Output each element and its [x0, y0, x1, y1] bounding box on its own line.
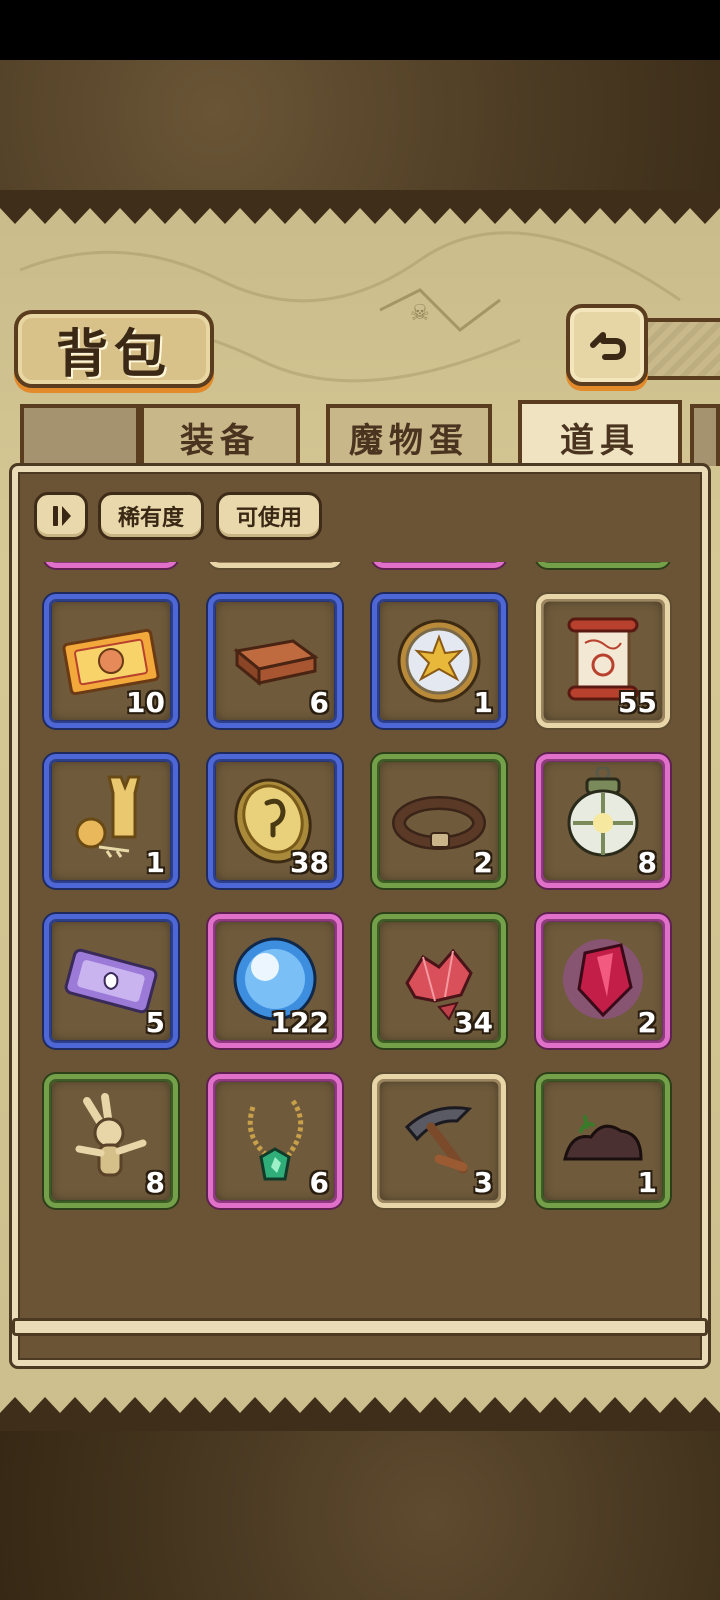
item-count: 6	[309, 686, 329, 719]
item-slot[interactable]: 34	[372, 914, 506, 1048]
item-slot[interactable]: 38	[208, 754, 342, 888]
item-slot[interactable]: 122	[208, 914, 342, 1048]
filter-bar: 稀有度 可使用	[24, 480, 696, 550]
item-slot[interactable]: 5	[44, 914, 178, 1048]
item-slot[interactable]: 3	[372, 1074, 506, 1208]
page-title-badge: 背包	[14, 310, 214, 388]
back-arrow-icon	[590, 332, 626, 360]
item-count: 6	[309, 1166, 329, 1199]
item-count: 122	[270, 1006, 329, 1039]
item-count: 34	[454, 1006, 493, 1039]
item-count: 55	[618, 686, 657, 719]
item-count: 1	[145, 846, 165, 879]
panel-bottom-rail	[12, 1318, 708, 1336]
item-slot[interactable]: 55	[536, 594, 670, 728]
item-count: 1	[637, 1166, 657, 1199]
tab-spacer-right	[690, 404, 720, 466]
item-grid: 2 9 4 8	[44, 562, 684, 1208]
svg-text:☠: ☠	[410, 301, 430, 326]
zigzag-border-bottom	[0, 1397, 720, 1431]
item-count: 3	[473, 1166, 493, 1199]
back-button[interactable]	[566, 304, 648, 386]
item-count: 38	[290, 846, 329, 879]
tab-items[interactable]: 道具	[518, 400, 682, 470]
item-count: 5	[145, 1006, 165, 1039]
item-slot[interactable]: 2	[536, 914, 670, 1048]
item-slot[interactable]: 2	[44, 562, 178, 568]
item-slot[interactable]: 6	[208, 1074, 342, 1208]
item-slot[interactable]: 4	[372, 562, 506, 568]
usable-filter-button[interactable]: 可使用	[216, 492, 322, 540]
tab-items-label: 道具	[560, 420, 640, 461]
tab-equipment-label: 装备	[180, 420, 260, 461]
back-button-rail	[640, 318, 720, 380]
tab-monster-egg[interactable]: 魔物蛋	[326, 404, 492, 466]
item-count: 10	[126, 686, 165, 719]
rarity-filter-button[interactable]: 稀有度	[98, 492, 204, 540]
item-count: 2	[473, 846, 493, 879]
item-count: 2	[637, 1006, 657, 1039]
item-count: 8	[637, 846, 657, 879]
zigzag-border-top	[0, 190, 720, 224]
item-slot[interactable]: 9	[208, 562, 342, 568]
usable-filter-label: 可使用	[235, 506, 302, 531]
item-slot[interactable]: 1	[44, 754, 178, 888]
map-background-top	[0, 60, 720, 190]
item-slot[interactable]: 1	[372, 594, 506, 728]
page-title: 背包	[55, 323, 172, 385]
item-slot[interactable]: 10	[44, 594, 178, 728]
tab-monster-egg-label: 魔物蛋	[349, 420, 469, 461]
item-slot[interactable]: 2	[372, 754, 506, 888]
item-slot[interactable]: 1	[536, 1074, 670, 1208]
rarity-filter-label: 稀有度	[117, 506, 184, 531]
item-grid-viewport[interactable]: 2 9 4 8	[24, 562, 696, 1317]
map-background-bottom	[0, 1430, 720, 1600]
tab-equipment[interactable]: 装备	[140, 404, 300, 466]
tab-spacer-left	[20, 404, 140, 466]
item-slot[interactable]: 8	[536, 562, 670, 568]
item-slot[interactable]: 8	[44, 1074, 178, 1208]
status-bar	[0, 0, 720, 60]
item-count: 8	[145, 1166, 165, 1199]
pause-icon	[53, 506, 71, 526]
item-count: 1	[473, 686, 493, 719]
tab-bar: 装备 魔物蛋 道具	[0, 400, 720, 470]
item-slot[interactable]: 8	[536, 754, 670, 888]
item-slot[interactable]: 6	[208, 594, 342, 728]
sort-toggle-button[interactable]	[34, 492, 88, 540]
